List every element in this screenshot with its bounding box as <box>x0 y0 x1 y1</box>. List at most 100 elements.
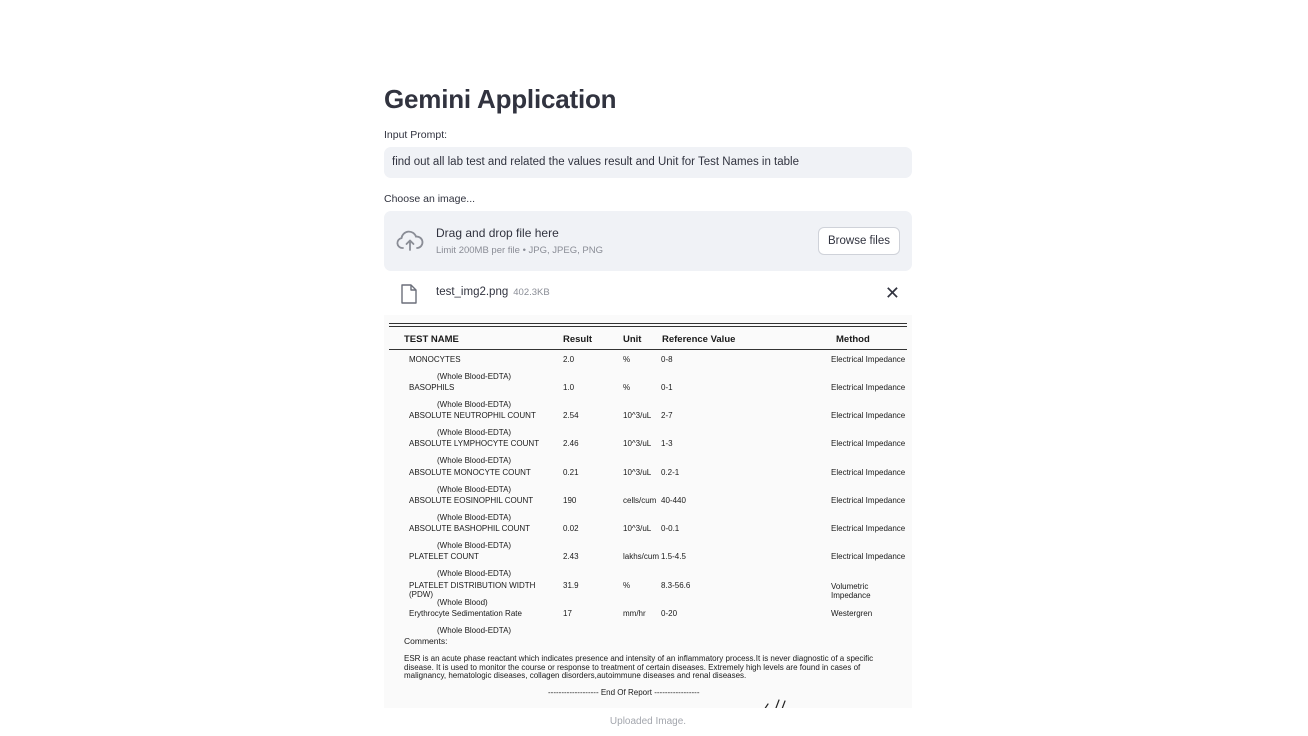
test-method: Electrical Impedance <box>831 411 906 420</box>
test-name: MONOCYTES <box>409 355 461 364</box>
test-method: Electrical Impedance <box>831 496 906 505</box>
specimen-type: (Whole Blood-EDTA) <box>437 569 512 578</box>
col-reference: Reference Value <box>662 334 736 345</box>
table-row: ABSOLUTE MONOCYTE COUNT 0.21 10^3/uL 0.2… <box>384 468 912 496</box>
test-name: PLATELET DISTRIBUTION WIDTH <box>409 581 536 590</box>
specimen-type: (Whole Blood-EDTA) <box>437 456 512 465</box>
col-unit: Unit <box>623 334 642 345</box>
col-method: Method <box>836 334 870 345</box>
test-result: 2.0 <box>563 355 575 364</box>
table-row: ABSOLUTE EOSINOPHIL COUNT 190 cells/cum … <box>384 496 912 524</box>
test-reference: 2-7 <box>661 411 673 420</box>
specimen-type: (Whole Blood-EDTA) <box>437 428 512 437</box>
file-size: 402.3KB <box>513 287 550 298</box>
test-result: 2.43 <box>563 552 579 561</box>
col-result: Result <box>563 334 593 345</box>
test-result: 0.21 <box>563 468 579 477</box>
table-row: PLATELET DISTRIBUTION WIDTH (PDW) 31.9 %… <box>384 581 912 609</box>
table-row: ABSOLUTE NEUTROPHIL COUNT 2.54 10^3/uL 2… <box>384 411 912 439</box>
test-method: Westergren <box>831 609 873 618</box>
test-unit: 10^3/uL <box>623 468 652 477</box>
test-unit: cells/cum <box>623 496 657 505</box>
test-method-line2: Impedance <box>831 591 871 600</box>
test-result: 190 <box>563 496 577 505</box>
image-caption: Uploaded Image. <box>609 716 687 727</box>
file-icon <box>401 284 417 304</box>
prompt-label: Input Prompt: <box>384 129 448 141</box>
test-method: Volumetric <box>831 582 869 591</box>
uploaded-file-row: test_img2.png 402.3KB ✕ <box>384 281 912 307</box>
file-name: test_img2.png 402.3KB <box>436 286 550 298</box>
specimen-type: (Whole Blood-EDTA) <box>437 626 512 635</box>
test-method: Electrical Impedance <box>831 383 906 392</box>
test-unit: mm/hr <box>623 609 646 618</box>
test-method: Electrical Impedance <box>831 468 906 477</box>
test-method: Electrical Impedance <box>831 355 906 364</box>
specimen-type: (Whole Blood-EDTA) <box>437 372 512 381</box>
report-rule <box>389 349 907 350</box>
table-row: ABSOLUTE LYMPHOCYTE COUNT 2.46 10^3/uL 1… <box>384 439 912 467</box>
test-result: 17 <box>563 609 572 618</box>
close-icon[interactable]: ✕ <box>885 284 900 302</box>
specimen-type: (Whole Blood) <box>437 598 488 607</box>
table-row: ABSOLUTE BASHOPHIL COUNT 0.02 10^3/uL 0-… <box>384 524 912 552</box>
report-rule <box>389 323 907 324</box>
test-reference: 1-3 <box>661 439 673 448</box>
test-name: BASOPHILS <box>409 383 455 392</box>
test-method: Electrical Impedance <box>831 524 906 533</box>
test-unit: % <box>623 355 631 364</box>
file-name-text: test_img2.png <box>436 286 509 298</box>
test-result: 0.02 <box>563 524 579 533</box>
test-result: 31.9 <box>563 581 579 590</box>
table-row: Erythrocyte Sedimentation Rate 17 mm/hr … <box>384 609 912 637</box>
dropzone-subtitle: Limit 200MB per file • JPG, JPEG, PNG <box>436 245 603 256</box>
test-reference: 0-8 <box>661 355 673 364</box>
signature-mark <box>764 699 786 708</box>
test-unit: 10^3/uL <box>623 524 652 533</box>
cloud-upload-icon <box>396 230 424 251</box>
col-test-name: TEST NAME <box>404 334 459 345</box>
test-unit: lakhs/cum <box>623 552 660 561</box>
test-result: 1.0 <box>563 383 575 392</box>
test-reference: 0-0.1 <box>661 524 680 533</box>
test-result: 2.46 <box>563 439 579 448</box>
test-method: Electrical Impedance <box>831 439 906 448</box>
report-rule <box>389 326 907 327</box>
table-row: PLATELET COUNT 2.43 lakhs/cum 1.5-4.5 El… <box>384 552 912 580</box>
test-unit: 10^3/uL <box>623 439 652 448</box>
test-unit: 10^3/uL <box>623 411 652 420</box>
specimen-type: (Whole Blood-EDTA) <box>437 513 512 522</box>
test-unit: % <box>623 383 631 392</box>
test-reference: 1.5-4.5 <box>661 552 686 561</box>
test-name: Erythrocyte Sedimentation Rate <box>409 609 522 618</box>
test-reference: 40-440 <box>661 496 686 505</box>
test-name: ABSOLUTE LYMPHOCYTE COUNT <box>409 439 540 448</box>
test-reference: 0-20 <box>661 609 678 618</box>
test-name: ABSOLUTE MONOCYTE COUNT <box>409 468 531 477</box>
specimen-type: (Whole Blood-EDTA) <box>437 541 512 550</box>
page-title: Gemini Application <box>384 84 617 114</box>
test-name: ABSOLUTE EOSINOPHIL COUNT <box>409 496 534 505</box>
test-name: ABSOLUTE NEUTROPHIL COUNT <box>409 411 536 420</box>
table-row: MONOCYTES 2.0 % 0-8 Electrical Impedance… <box>384 355 912 383</box>
comments-label: Comments: <box>404 636 448 646</box>
end-of-report: ------------------- End Of Report ------… <box>548 688 700 697</box>
test-method: Electrical Impedance <box>831 552 906 561</box>
test-result: 2.54 <box>563 411 579 420</box>
uploader-label: Choose an image... <box>384 193 476 205</box>
dropzone-title: Drag and drop file here <box>436 226 559 240</box>
test-reference: 0.2-1 <box>661 468 680 477</box>
specimen-type: (Whole Blood-EDTA) <box>437 400 512 409</box>
test-name: PLATELET COUNT <box>409 552 479 561</box>
test-reference: 8.3-56.6 <box>661 581 691 590</box>
test-reference: 0-1 <box>661 383 673 392</box>
esr-note: ESR is an acute phase reactant which ind… <box>404 654 874 680</box>
uploaded-image: TEST NAME Result Unit Reference Value Me… <box>384 315 912 708</box>
table-row: BASOPHILS 1.0 % 0-1 Electrical Impedance… <box>384 383 912 411</box>
specimen-type: (Whole Blood-EDTA) <box>437 485 512 494</box>
test-name: ABSOLUTE BASHOPHIL COUNT <box>409 524 531 533</box>
file-dropzone[interactable]: Drag and drop file here Limit 200MB per … <box>384 211 912 271</box>
prompt-input[interactable]: find out all lab test and related the va… <box>384 147 912 178</box>
browse-files-button[interactable]: Browse files <box>818 227 900 255</box>
test-name-line2: (PDW) <box>409 590 433 599</box>
